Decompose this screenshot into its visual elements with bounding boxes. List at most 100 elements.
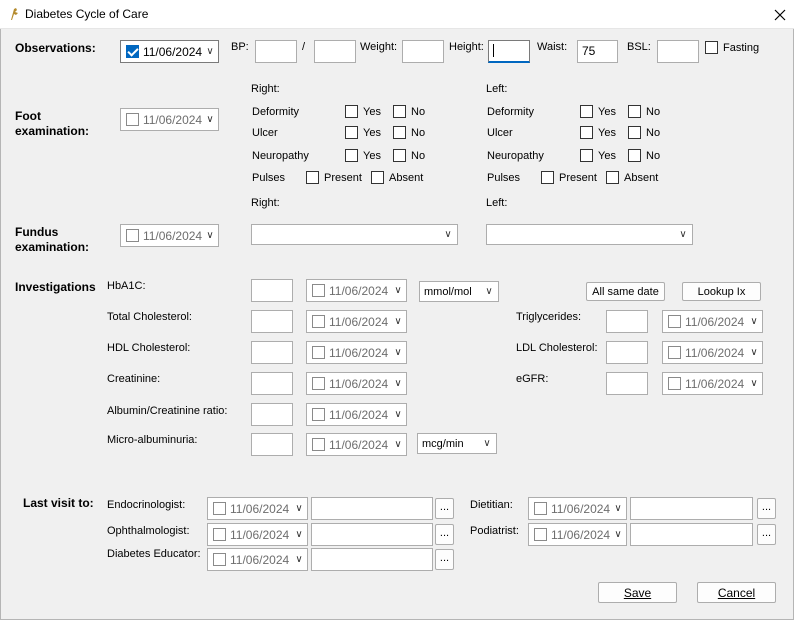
chevron-down-icon[interactable]: ∨ <box>610 529 626 540</box>
podiatrist-browse-button[interactable]: ... <box>757 524 776 545</box>
checkbox[interactable] <box>312 438 325 451</box>
left-pulses-present[interactable]: Present <box>541 171 597 184</box>
dietitian-name-field[interactable] <box>630 497 753 520</box>
right-ulcer-no[interactable]: No <box>393 126 425 139</box>
observations-date-picker[interactable]: 11/06/2024 ∨ <box>120 40 219 63</box>
hba1c-date-checkbox[interactable] <box>312 284 325 297</box>
checkbox[interactable] <box>668 377 681 390</box>
chevron-down-icon[interactable]: ∨ <box>610 503 626 514</box>
checkbox[interactable] <box>213 502 226 515</box>
ophthalmologist-browse-button[interactable]: ... <box>435 524 454 545</box>
chevron-down-icon[interactable]: ∨ <box>746 316 762 327</box>
checkbox[interactable] <box>668 315 681 328</box>
dietitian-browse-button[interactable]: ... <box>757 498 776 519</box>
chevron-down-icon[interactable]: ∨ <box>291 503 307 514</box>
right-deformity-yes[interactable]: Yes <box>345 105 381 118</box>
chevron-down-icon[interactable]: ∨ <box>746 347 762 358</box>
chevron-down-icon[interactable]: ∨ <box>390 439 406 450</box>
close-button[interactable] <box>766 0 794 29</box>
right-deformity-no[interactable]: No <box>393 105 425 118</box>
checkbox[interactable] <box>371 171 384 184</box>
chevron-down-icon[interactable]: ∨ <box>202 230 218 241</box>
educator-name-field[interactable] <box>311 548 433 571</box>
fundus-exam-date-checkbox[interactable] <box>126 229 139 242</box>
right-ulcer-yes[interactable]: Yes <box>345 126 381 139</box>
checkbox[interactable] <box>306 171 319 184</box>
checkbox[interactable] <box>628 105 641 118</box>
chevron-down-icon[interactable]: ∨ <box>439 229 457 240</box>
checkbox[interactable] <box>312 377 325 390</box>
creatinine-field[interactable] <box>251 372 293 395</box>
chevron-down-icon[interactable]: ∨ <box>478 438 496 449</box>
dietitian-date-picker[interactable]: 11/06/2024 ∨ <box>528 497 627 520</box>
micro-unit-select[interactable]: mcg/min ∨ <box>417 433 497 454</box>
checkbox[interactable] <box>628 149 641 162</box>
ldl-cholesterol-date-picker[interactable]: 11/06/2024 ∨ <box>662 341 763 364</box>
checkbox[interactable] <box>312 346 325 359</box>
total-cholesterol-date-picker[interactable]: 11/06/2024 ∨ <box>306 310 407 333</box>
foot-exam-date-checkbox[interactable] <box>126 113 139 126</box>
bsl-field[interactable] <box>657 40 699 63</box>
triglycerides-field[interactable] <box>606 310 648 333</box>
ophthalmologist-date-picker[interactable]: 11/06/2024 ∨ <box>207 523 308 546</box>
checkbox[interactable] <box>312 315 325 328</box>
chevron-down-icon[interactable]: ∨ <box>291 554 307 565</box>
checkbox[interactable] <box>668 346 681 359</box>
creatinine-date-picker[interactable]: 11/06/2024 ∨ <box>306 372 407 395</box>
checkbox[interactable] <box>541 171 554 184</box>
educator-browse-button[interactable]: ... <box>435 549 454 570</box>
chevron-down-icon[interactable]: ∨ <box>291 529 307 540</box>
checkbox[interactable] <box>393 126 406 139</box>
educator-date-picker[interactable]: 11/06/2024 ∨ <box>207 548 308 571</box>
left-deformity-no[interactable]: No <box>628 105 660 118</box>
egfr-field[interactable] <box>606 372 648 395</box>
hdl-cholesterol-field[interactable] <box>251 341 293 364</box>
checkbox[interactable] <box>580 105 593 118</box>
endocrinologist-date-picker[interactable]: 11/06/2024 ∨ <box>207 497 308 520</box>
right-neuropathy-yes[interactable]: Yes <box>345 149 381 162</box>
endocrinologist-browse-button[interactable]: ... <box>435 498 454 519</box>
checkbox[interactable] <box>393 149 406 162</box>
checkbox[interactable] <box>534 502 547 515</box>
checkbox[interactable] <box>534 528 547 541</box>
chevron-down-icon[interactable]: ∨ <box>480 286 498 297</box>
checkbox[interactable] <box>213 553 226 566</box>
chevron-down-icon[interactable]: ∨ <box>202 114 218 125</box>
fundus-left-select[interactable]: ∨ <box>486 224 693 245</box>
checkbox[interactable] <box>580 126 593 139</box>
waist-field[interactable]: 75 <box>577 40 618 63</box>
height-field[interactable] <box>488 40 530 63</box>
chevron-down-icon[interactable]: ∨ <box>390 347 406 358</box>
bp-systolic-field[interactable] <box>255 40 297 63</box>
fundus-right-select[interactable]: ∨ <box>251 224 458 245</box>
save-button[interactable]: Save <box>598 582 677 603</box>
bp-diastolic-field[interactable] <box>314 40 356 63</box>
total-cholesterol-field[interactable] <box>251 310 293 333</box>
all-same-date-button[interactable]: All same date <box>586 282 665 301</box>
chevron-down-icon[interactable]: ∨ <box>746 378 762 389</box>
left-pulses-absent[interactable]: Absent <box>606 171 658 184</box>
left-neuropathy-yes[interactable]: Yes <box>580 149 616 162</box>
chevron-down-icon[interactable]: ∨ <box>674 229 692 240</box>
checkbox[interactable] <box>393 105 406 118</box>
cancel-button[interactable]: Cancel <box>697 582 776 603</box>
micro-albuminuria-date-picker[interactable]: 11/06/2024 ∨ <box>306 433 407 456</box>
right-pulses-absent[interactable]: Absent <box>371 171 423 184</box>
endocrinologist-name-field[interactable] <box>311 497 433 520</box>
chevron-down-icon[interactable]: ∨ <box>202 46 218 57</box>
left-neuropathy-no[interactable]: No <box>628 149 660 162</box>
checkbox[interactable] <box>213 528 226 541</box>
chevron-down-icon[interactable]: ∨ <box>390 316 406 327</box>
left-deformity-yes[interactable]: Yes <box>580 105 616 118</box>
triglycerides-date-picker[interactable]: 11/06/2024 ∨ <box>662 310 763 333</box>
left-ulcer-no[interactable]: No <box>628 126 660 139</box>
fasting-checkbox[interactable]: Fasting <box>705 41 759 54</box>
podiatrist-date-picker[interactable]: 11/06/2024 ∨ <box>528 523 627 546</box>
hba1c-field[interactable] <box>251 279 293 302</box>
hdl-cholesterol-date-picker[interactable]: 11/06/2024 ∨ <box>306 341 407 364</box>
micro-albuminuria-field[interactable] <box>251 433 293 456</box>
checkbox[interactable] <box>345 126 358 139</box>
checkbox[interactable] <box>345 149 358 162</box>
fasting-checkbox-box[interactable] <box>705 41 718 54</box>
observations-date-checkbox[interactable] <box>126 45 139 58</box>
